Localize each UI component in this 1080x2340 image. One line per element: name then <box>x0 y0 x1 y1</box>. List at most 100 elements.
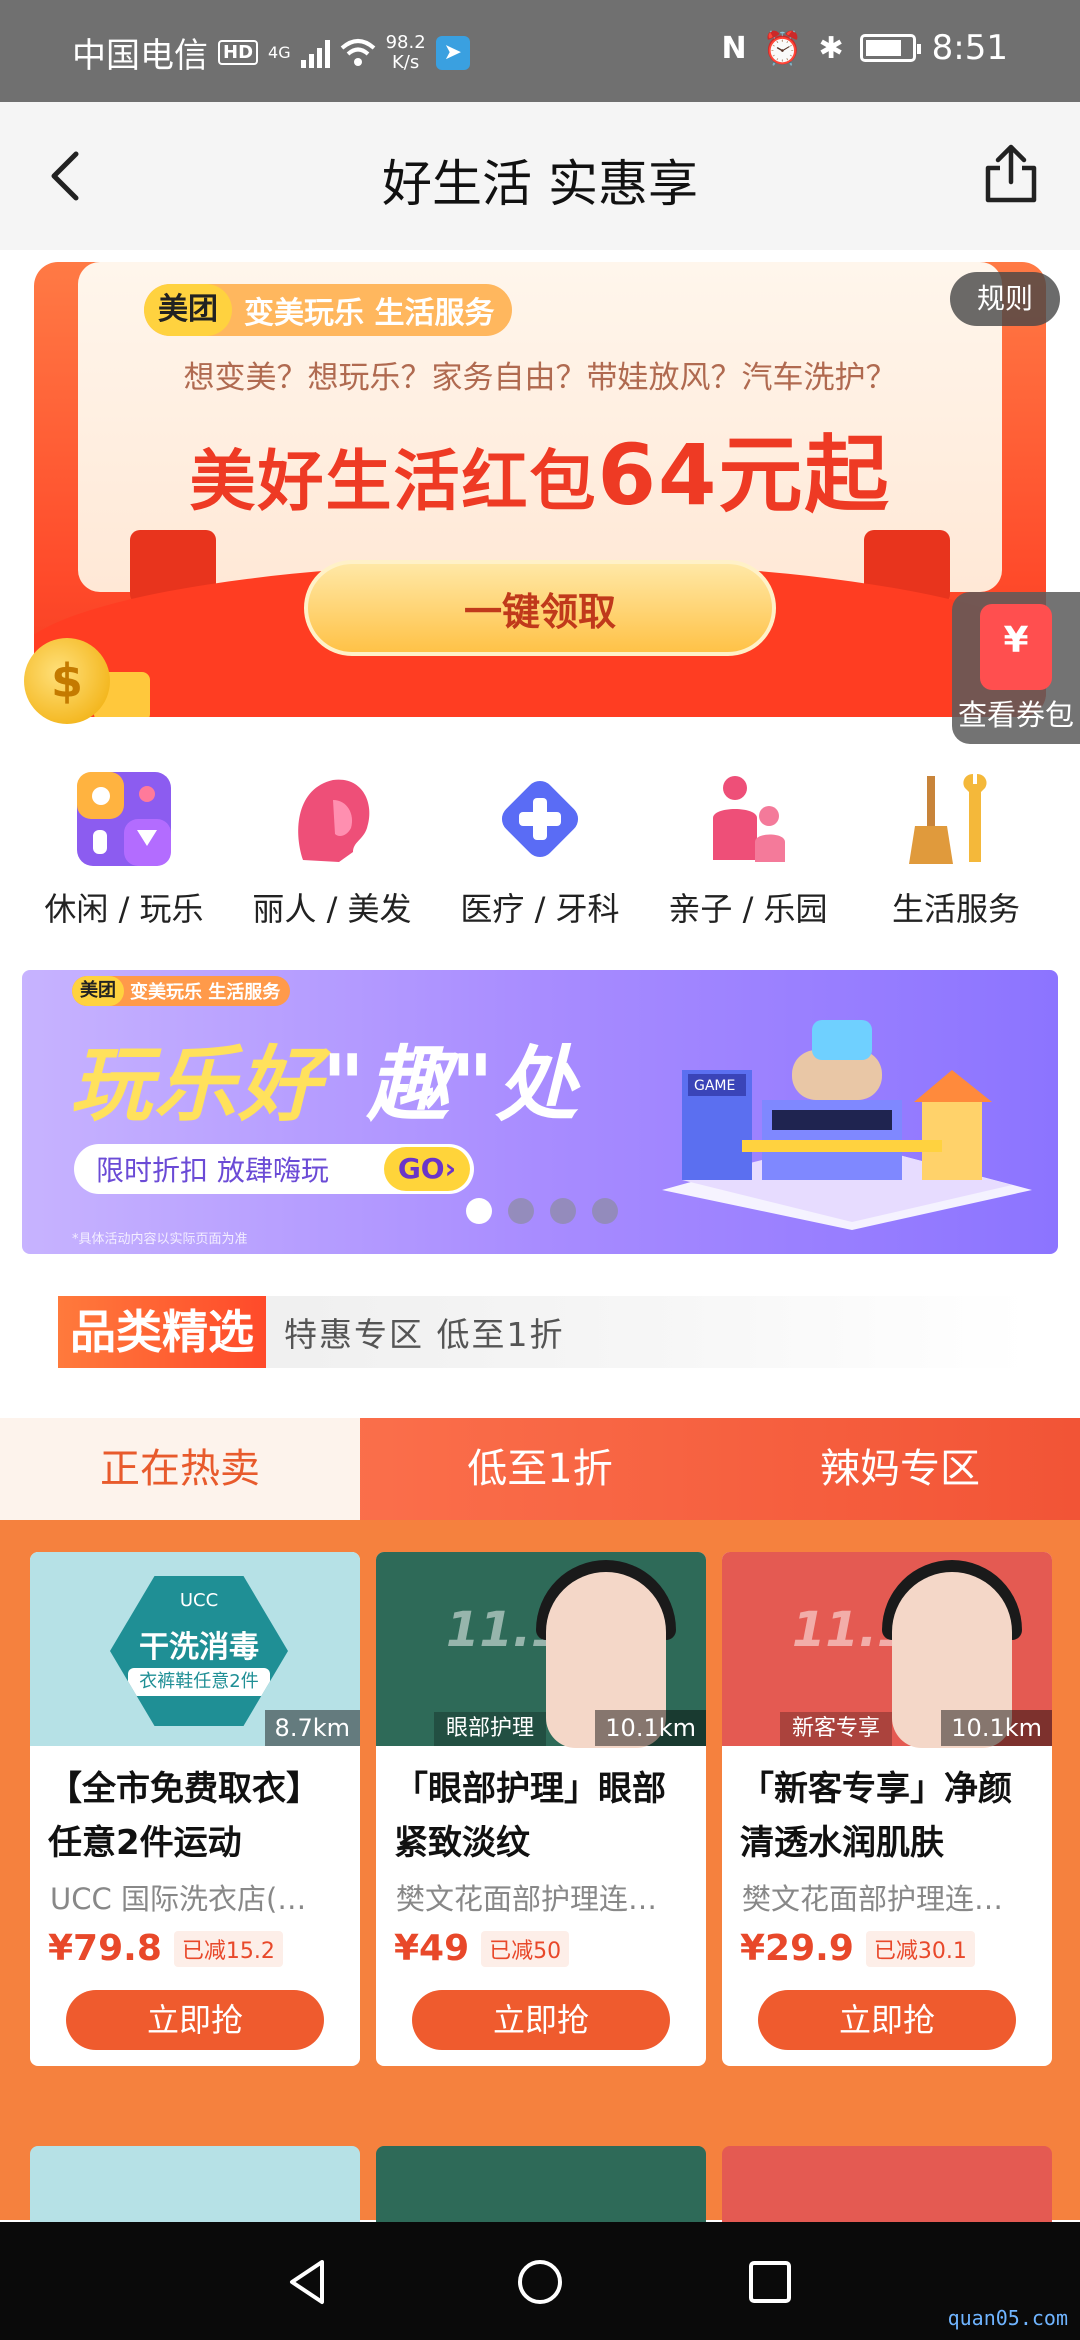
game-sign: GAME <box>694 1078 735 1094</box>
category-pick-text: 特惠专区 低至1折 <box>284 1315 565 1354</box>
category-pick-header: 品类精选 特惠专区 低至1折 <box>58 1296 1028 1368</box>
discount-badge: 已减30.1 <box>865 1930 975 1967</box>
shop-name: UCC 国际洗衣店(… <box>50 1882 307 1916</box>
alarm-icon: ⏰ <box>762 29 803 67</box>
banner-subtitle: 想变美？想玩乐？家务自由？带娃放风？汽车洗护？ <box>183 360 897 396</box>
product-card-peek[interactable] <box>376 2146 706 2226</box>
red-packet-banner[interactable]: 美团 变美玩乐 生活服务 想变美？想玩乐？家务自由？带娃放风？汽车洗护？ 美好生… <box>34 262 1046 717</box>
product-image: 11.11 眼部护理 10.1km <box>376 1552 706 1748</box>
carrier-name: 中国电信 <box>72 36 208 76</box>
buy-now-button[interactable]: 立即抢 <box>758 1990 1016 2050</box>
telegram-icon: ➤ <box>435 35 470 70</box>
product-card-peek[interactable] <box>30 2146 360 2226</box>
promo-footnote: *具体活动内容以实际页面为准 <box>72 1232 248 1247</box>
tab-moms-zone[interactable]: 辣妈专区 <box>720 1418 1080 1520</box>
coupon-wallet-button[interactable]: ¥ 查看券包 <box>952 592 1080 744</box>
brand-tag-text: 变美玩乐 生活服务 <box>130 982 281 1003</box>
category-label: 休闲 / 玩乐 <box>44 890 204 928</box>
category-row: 休闲 / 玩乐 丽人 / 美发 医疗 / 牙科 亲子 / 乐园 生活服务 <box>20 760 1060 930</box>
status-bar: 中国电信 HD 4G 98.2 K/s ➤ N ⏰ ✱ 8:51 <box>0 0 1080 102</box>
carousel-dot[interactable] <box>550 1198 576 1224</box>
price-row: ¥29.9 已减30.1 <box>740 1928 975 1969</box>
category-label: 亲子 / 乐园 <box>668 890 828 928</box>
product-tabs: 正在热卖 低至1折 辣妈专区 <box>0 1418 1080 1520</box>
tab-low-price[interactable]: 低至1折 <box>360 1418 720 1520</box>
product-card-peek[interactable] <box>722 2146 1052 2226</box>
price-row: ¥79.8 已减15.2 <box>48 1928 283 1969</box>
back-triangle-icon[interactable] <box>282 2256 334 2308</box>
ucc-badge: UCC 干洗消毒 衣裤鞋任意2件 <box>110 1576 288 1726</box>
ucc-headline: 干洗消毒 <box>139 1630 259 1665</box>
title-part-a: 玩乐好 <box>70 1038 322 1133</box>
category-leisure[interactable]: 休闲 / 玩乐 <box>20 760 228 930</box>
image-tag: 眼部护理 <box>434 1712 547 1746</box>
banner-title-prefix: 美好生活红包 <box>189 443 598 520</box>
product-title: 「眼部护理」眼部紧致淡纹 <box>394 1769 666 1863</box>
buy-now-button[interactable]: 立即抢 <box>412 1990 670 2050</box>
promo-pill: 限时折扣 放肆嗨玩 GO› <box>74 1144 474 1194</box>
recents-square-icon[interactable] <box>744 2256 796 2308</box>
product-card[interactable]: UCC 干洗消毒 衣裤鞋任意2件 8.7km 【全市免费取衣】任意2件运动 UC… <box>30 1552 360 2066</box>
ucc-subline: 衣裤鞋任意2件 <box>128 1668 270 1696</box>
category-medical[interactable]: 医疗 / 牙科 <box>436 760 644 930</box>
clock: 8:51 <box>931 28 1008 68</box>
carousel-dot[interactable] <box>592 1198 618 1224</box>
network-type: 4G <box>268 43 291 62</box>
battery-icon <box>859 34 921 62</box>
shop-name: 樊文花面部护理连… <box>742 1882 1004 1916</box>
net-speed-unit: K/s <box>392 51 420 73</box>
distance-badge: 10.1km <box>595 1710 706 1746</box>
carousel-dot[interactable] <box>508 1198 534 1224</box>
share-icon[interactable] <box>980 142 1042 206</box>
leisure-icon <box>77 772 171 866</box>
category-life-service[interactable]: 生活服务 <box>852 760 1060 930</box>
distance-badge: 10.1km <box>941 1710 1052 1746</box>
wifi-icon <box>340 38 375 66</box>
beauty-icon <box>298 779 370 862</box>
discount-badge: 已减50 <box>481 1930 570 1967</box>
system-navigation-bar: quan05.com <box>0 2222 1080 2340</box>
product-title: 「新客专享」净颜清透水润肌肤 <box>740 1769 1012 1863</box>
category-label: 生活服务 <box>891 890 1020 928</box>
distance-badge: 8.7km <box>264 1710 360 1746</box>
coin-icon: $ <box>24 638 110 724</box>
go-button[interactable]: GO› <box>384 1147 470 1191</box>
product-list: UCC 干洗消毒 衣裤鞋任意2件 8.7km 【全市免费取衣】任意2件运动 UC… <box>0 1520 1080 2226</box>
watermark: quan05.com <box>947 2306 1068 2330</box>
banner-title: 美好生活红包64元起 <box>78 408 1002 529</box>
product-title: 【全市免费取衣】任意2件运动 <box>48 1769 320 1863</box>
price: ¥29.9 <box>740 1928 854 1969</box>
banner-title-amount: 64元起 <box>597 426 891 524</box>
medical-icon <box>501 780 579 858</box>
category-family[interactable]: 亲子 / 乐园 <box>644 760 852 930</box>
signal-icon <box>300 38 330 68</box>
carousel-dots <box>466 1198 618 1224</box>
hd-badge: HD <box>218 40 259 65</box>
page-title: 好生活 实惠享 <box>382 155 698 213</box>
title-part-b: "趣" <box>322 1038 496 1133</box>
brand-tag: 美团 变美玩乐 生活服务 <box>72 976 291 1006</box>
product-image: UCC 干洗消毒 衣裤鞋任意2件 8.7km <box>30 1552 360 1746</box>
product-card[interactable]: 11.11 新客专享 10.1km 「新客专享」净颜清透水润肌肤 樊文花面部护理… <box>722 1552 1052 2066</box>
coupon-wallet-label: 查看券包 <box>957 698 1074 732</box>
home-circle-icon[interactable] <box>514 2256 566 2308</box>
category-pick-tag: 品类精选 <box>58 1296 266 1368</box>
net-speed: 98.2 K/s <box>385 31 426 73</box>
category-label: 丽人 / 美发 <box>252 890 412 928</box>
carousel-dot[interactable] <box>466 1198 492 1224</box>
meituan-logo: 美团 <box>144 284 232 336</box>
tab-hot-selling[interactable]: 正在热卖 <box>0 1418 360 1520</box>
product-card[interactable]: 11.11 眼部护理 10.1km 「眼部护理」眼部紧致淡纹 樊文花面部护理连…… <box>376 1552 706 2066</box>
price: ¥79.8 <box>48 1928 162 1969</box>
category-beauty[interactable]: 丽人 / 美发 <box>228 760 436 930</box>
product-image: 11.11 新客专享 10.1km <box>722 1552 1052 1748</box>
net-speed-value: 98.2 <box>385 31 426 53</box>
nfc-icon: N <box>721 30 747 66</box>
rules-button[interactable]: 规则 <box>950 272 1060 326</box>
coupon-symbol: ¥ <box>1003 620 1029 661</box>
buy-now-button[interactable]: 立即抢 <box>66 1990 324 2050</box>
family-icon <box>713 776 785 862</box>
image-tag: 新客专享 <box>780 1712 893 1746</box>
claim-button[interactable]: 一键领取 <box>304 560 776 656</box>
arcade-illustration: GAME <box>662 1020 1032 1230</box>
